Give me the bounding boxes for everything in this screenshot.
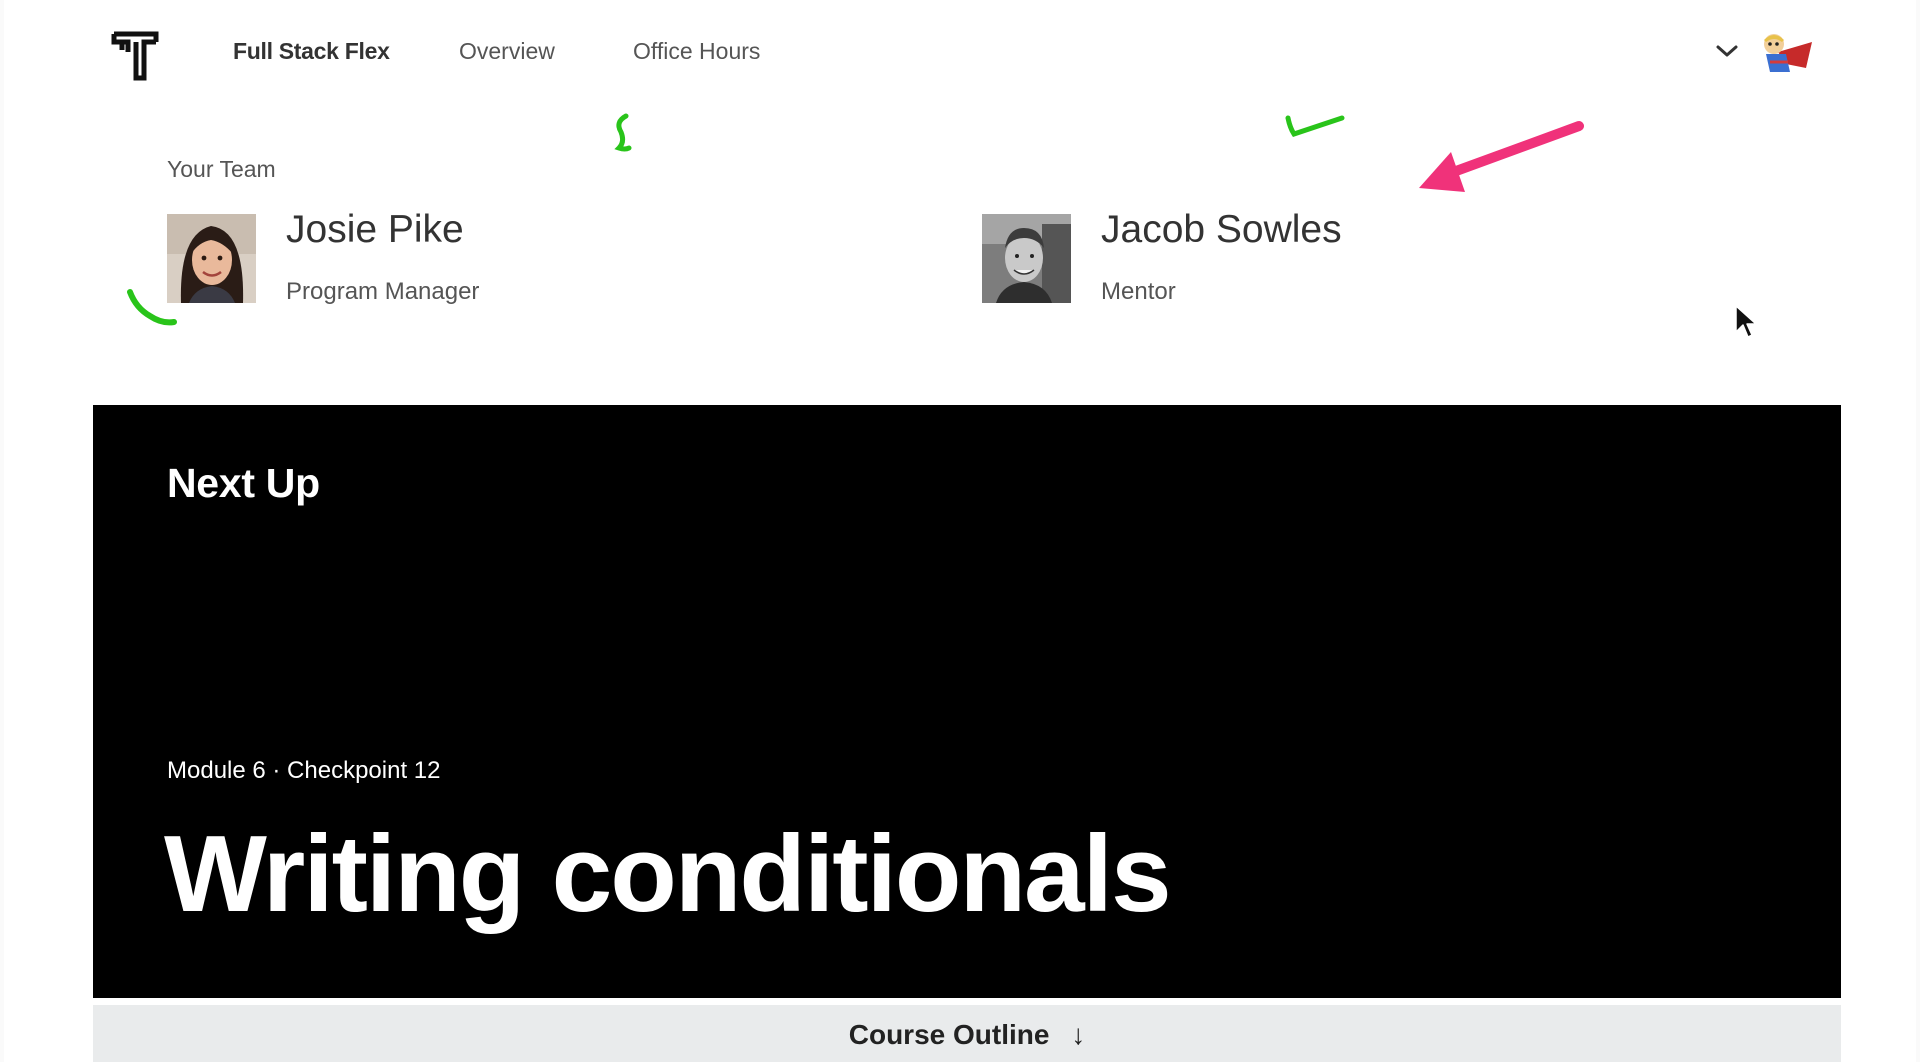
chevron-down-icon[interactable] [1714, 40, 1740, 62]
nav-link-overview[interactable]: Overview [459, 38, 555, 65]
top-navigation: Full Stack Flex Overview Office Hours [4, 0, 1916, 110]
josie-pike-photo [167, 214, 256, 303]
green-tick-annotation [1285, 115, 1345, 137]
nav-brand-link[interactable]: Full Stack Flex [233, 38, 390, 65]
pink-arrow-annotation [1419, 121, 1584, 192]
course-outline-label: Course Outline ↓ [93, 1019, 1841, 1051]
user-avatar[interactable] [1756, 28, 1816, 78]
green-scribble-annotation [614, 113, 632, 152]
course-outline-button[interactable]: Course Outline ↓ [93, 1005, 1841, 1062]
nav-link-office-hours[interactable]: Office Hours [633, 38, 760, 65]
team-member-card: Jacob Sowles Mentor [982, 208, 1682, 306]
member-name[interactable]: Josie Pike [286, 208, 464, 252]
member-role: Mentor [1101, 278, 1176, 305]
arrow-down-icon: ↓ [1071, 1019, 1086, 1050]
next-up-panel[interactable]: Next Up Module 6 · Checkpoint 12 Writing… [93, 405, 1841, 998]
page: Full Stack Flex Overview Office Hours Yo… [4, 0, 1916, 1062]
team-member-card: Josie Pike Program Manager [167, 208, 867, 306]
checkpoint-title[interactable]: Writing conditionals [164, 811, 1172, 937]
member-role: Program Manager [286, 278, 480, 305]
jacob-sowles-photo [982, 214, 1071, 303]
member-name[interactable]: Jacob Sowles [1101, 208, 1342, 252]
mouse-cursor-icon [1735, 305, 1757, 338]
course-outline-text: Course Outline [848, 1019, 1050, 1050]
checkpoint-meta: Module 6 · Checkpoint 12 [167, 757, 441, 784]
your-team-label: Your Team [167, 156, 276, 182]
next-up-heading: Next Up [167, 460, 320, 506]
thinkful-logo-icon[interactable] [110, 28, 164, 82]
